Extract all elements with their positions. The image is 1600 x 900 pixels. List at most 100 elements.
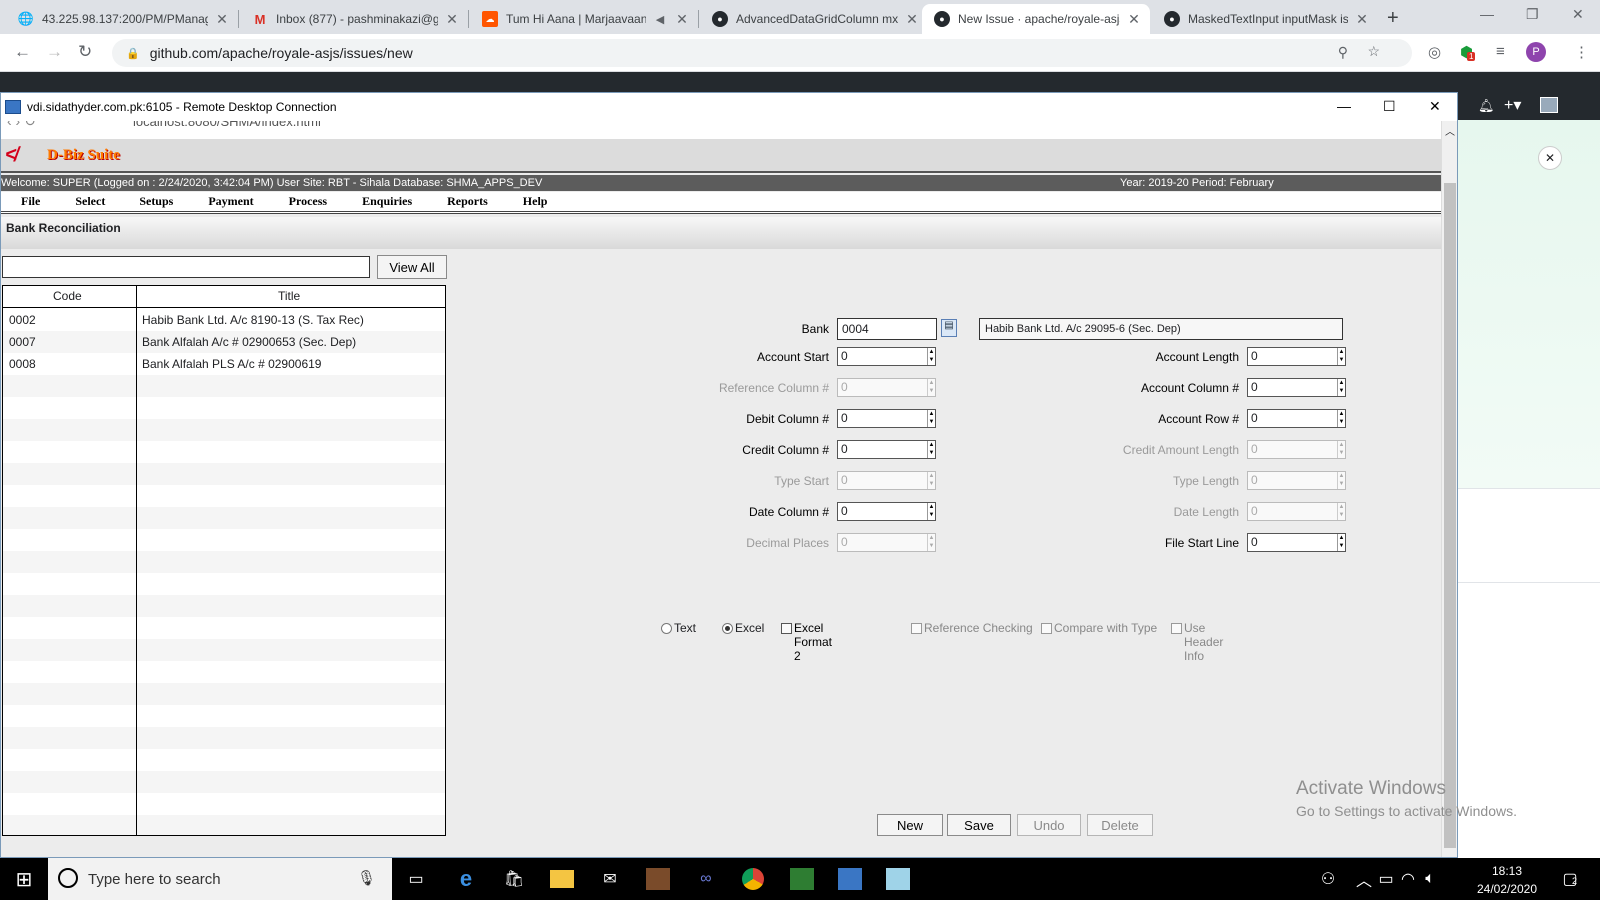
github-avatar[interactable] <box>1540 97 1558 113</box>
left-field-stepper-2[interactable]: 0 ▲ ▼ <box>837 409 936 428</box>
forward-icon[interactable]: → <box>46 42 63 62</box>
game-app-icon[interactable] <box>646 868 670 890</box>
taskbar-search-box[interactable]: Type here to search 🎙︎ <box>48 858 392 900</box>
right-field-stepper-1[interactable]: 0 ▲ ▼ <box>1247 378 1346 397</box>
menu-setups[interactable]: Setups <box>139 194 173 209</box>
browser-tab-6[interactable]: ● MaskedTextInput inputMask is ✕ <box>1152 4 1378 34</box>
menu-help[interactable]: Help <box>523 194 548 209</box>
column-header-title[interactable]: Title <box>278 289 300 303</box>
close-tab-icon[interactable]: ✕ <box>214 11 230 28</box>
rdp-close-icon[interactable]: ✕ <box>1429 98 1441 115</box>
wifi-icon[interactable]: ◠ <box>1396 868 1420 890</box>
browser-tab-2[interactable]: M Inbox (877) - pashminakazi@g ✕ <box>240 4 468 34</box>
shield-extension-icon[interactable]: ⬢1 <box>1460 43 1476 61</box>
reload-icon[interactable]: ↻ <box>78 42 92 62</box>
restore-window-icon[interactable]: ❐ <box>1526 6 1539 23</box>
save-button[interactable]: Save <box>947 814 1011 836</box>
new-tab-button[interactable]: + <box>1387 7 1399 30</box>
excel-format-2-checkbox[interactable]: Excel Format 2 <box>781 621 841 663</box>
bank-code-input[interactable]: 0004 <box>837 318 937 340</box>
url-field[interactable]: 🔒 github.com/apache/royale-asjs/issues/n… <box>112 39 1412 67</box>
table-row[interactable]: 0007 Bank Alfalah A/c # 02900653 (Sec. D… <box>3 331 445 353</box>
scrollbar-thumb[interactable] <box>1444 183 1456 848</box>
tray-chevron-icon[interactable]: ︿ <box>1352 868 1376 890</box>
microphone-icon[interactable]: 🎙︎ <box>357 869 376 887</box>
back-icon[interactable]: ← <box>14 42 31 62</box>
browser-tab-5[interactable]: ● New Issue · apache/royale-asjs ✕ <box>922 4 1150 34</box>
task-view-icon[interactable]: ▭ <box>404 868 428 890</box>
stepper-arrows-icon[interactable]: ▲ ▼ <box>1337 534 1345 551</box>
file-type-excel-radio[interactable]: Excel <box>722 621 764 635</box>
menu-reports[interactable]: Reports <box>447 194 488 209</box>
edge-icon[interactable]: e <box>454 866 478 891</box>
new-button[interactable]: New <box>877 814 943 836</box>
zoom-icon[interactable]: ⚲ <box>1338 44 1348 61</box>
right-field-stepper-2[interactable]: 0 ▲ ▼ <box>1247 409 1346 428</box>
battery-icon[interactable]: ▭ <box>1374 868 1398 890</box>
menu-select[interactable]: Select <box>75 194 105 209</box>
close-tab-icon[interactable]: ✕ <box>1126 11 1142 28</box>
scroll-up-icon[interactable]: ︿ <box>1445 123 1455 138</box>
spreadsheet-app-icon[interactable] <box>790 868 814 890</box>
store-icon[interactable]: 🛍︎ <box>502 868 526 890</box>
bell-icon[interactable]: 🔔︎ <box>1478 98 1495 114</box>
file-type-text-radio[interactable]: Text <box>661 621 696 635</box>
chrome-icon[interactable] <box>742 868 764 890</box>
bookmark-star-icon[interactable]: ☆ <box>1367 43 1380 60</box>
stepper-arrows-icon[interactable]: ▲ ▼ <box>927 503 935 520</box>
stepper-arrows-icon[interactable]: ▲ ▼ <box>1337 410 1345 427</box>
lookup-icon[interactable]: ▤ <box>941 319 957 337</box>
right-field-stepper-0[interactable]: 0 ▲ ▼ <box>1247 347 1346 366</box>
notepad-app-icon[interactable] <box>886 868 910 890</box>
rdp-scrollbar[interactable]: ︿ <box>1441 121 1457 857</box>
close-window-icon[interactable]: ✕ <box>1572 6 1584 23</box>
speaker-icon[interactable]: ◀︎ <box>652 13 668 26</box>
reference-checking-checkbox[interactable]: Reference Checking <box>911 621 1033 635</box>
right-field-stepper-6[interactable]: 0 ▲ ▼ <box>1247 533 1346 552</box>
chrome-menu-icon[interactable]: ⋮ <box>1574 43 1589 61</box>
mail-icon[interactable]: ✉ <box>598 868 622 890</box>
minimize-window-icon[interactable]: — <box>1480 6 1494 22</box>
menu-enquiries[interactable]: Enquiries <box>362 194 412 209</box>
column-header-code[interactable]: Code <box>53 289 82 303</box>
table-row[interactable]: 0002 Habib Bank Ltd. A/c 8190-13 (S. Tax… <box>3 309 445 331</box>
browser-tab-3[interactable]: ☁ Tum Hi Aana | Marjaavaan ◀︎ ✕ <box>470 4 698 34</box>
browser-tab-1[interactable]: 🌐 43.225.98.137:200/PM/PManag ✕ <box>6 4 238 34</box>
use-header-info-checkbox[interactable]: Use Header Info <box>1171 621 1223 663</box>
menu-process[interactable]: Process <box>289 194 327 209</box>
stepper-arrows-icon[interactable]: ▲ ▼ <box>1337 348 1345 365</box>
stepper-arrows-icon[interactable]: ▲ ▼ <box>1337 379 1345 396</box>
close-tab-icon[interactable]: ✕ <box>904 11 920 28</box>
volume-icon[interactable]: 🔈︎ <box>1418 868 1442 890</box>
media-control-icon[interactable]: ≡ <box>1496 43 1505 60</box>
close-tab-icon[interactable]: ✕ <box>1354 11 1370 28</box>
windows-start-icon[interactable]: ⊞ <box>12 868 36 891</box>
menu-payment[interactable]: Payment <box>208 194 253 209</box>
menu-file[interactable]: File <box>21 194 40 209</box>
compare-with-type-checkbox[interactable]: Compare with Type <box>1041 621 1157 635</box>
stepper-arrows-icon[interactable]: ▲ ▼ <box>927 441 935 458</box>
people-icon[interactable]: ⚇ <box>1316 868 1340 890</box>
remote-desktop-taskbar-icon[interactable] <box>838 868 862 890</box>
rdp-maximize-icon[interactable]: ☐ <box>1383 98 1396 115</box>
view-all-button[interactable]: View All <box>377 255 447 279</box>
browser-tab-4[interactable]: ● AdvancedDataGridColumn mx ✕ <box>700 4 928 34</box>
plus-dropdown-icon[interactable]: +▾ <box>1504 95 1521 115</box>
stepper-arrows-icon[interactable]: ▲ ▼ <box>927 410 935 427</box>
close-tab-icon[interactable]: ✕ <box>444 11 460 28</box>
search-input[interactable] <box>2 256 370 278</box>
rdp-minimize-icon[interactable]: — <box>1337 98 1351 114</box>
taskbar-clock[interactable]: 18:13 24/02/2020 <box>1472 864 1542 896</box>
left-field-stepper-0[interactable]: 0 ▲ ▼ <box>837 347 936 366</box>
profile-avatar[interactable]: P <box>1526 42 1546 62</box>
extension-icon[interactable]: ◎ <box>1428 43 1441 61</box>
notification-icon[interactable]: ▢ 2 <box>1558 868 1582 890</box>
close-tab-icon[interactable]: ✕ <box>674 11 690 28</box>
file-explorer-icon[interactable] <box>550 870 574 888</box>
stepper-arrows-icon[interactable]: ▲ ▼ <box>927 348 935 365</box>
delete-button[interactable]: Delete <box>1087 814 1153 836</box>
table-row[interactable]: 0008 Bank Alfalah PLS A/c # 02900619 <box>3 353 445 375</box>
undo-button[interactable]: Undo <box>1017 814 1081 836</box>
left-field-stepper-3[interactable]: 0 ▲ ▼ <box>837 440 936 459</box>
infinity-app-icon[interactable]: ∞ <box>694 868 718 890</box>
